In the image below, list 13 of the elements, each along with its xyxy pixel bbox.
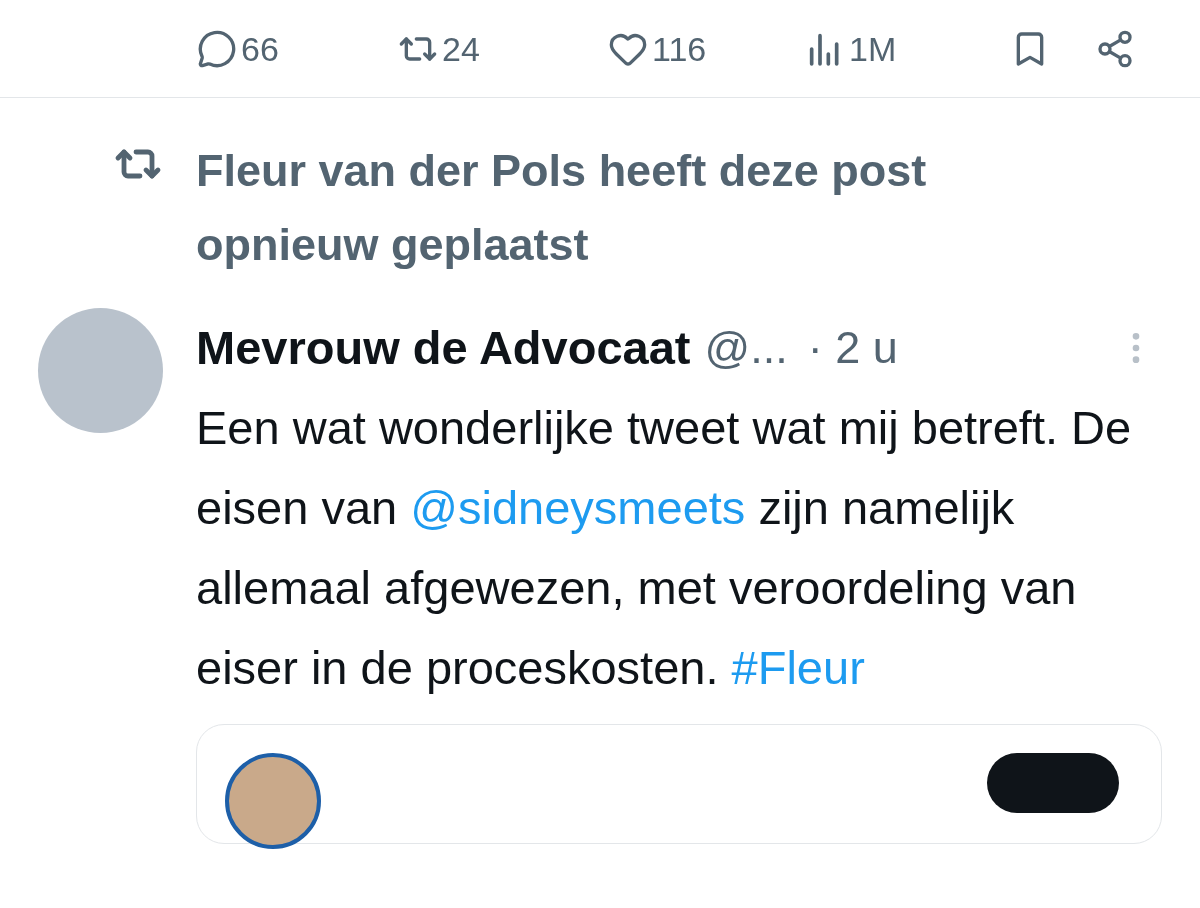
share-icon: [1095, 28, 1135, 69]
author-name[interactable]: Mevrouw de Advocaat: [196, 312, 691, 384]
views-button[interactable]: 1M: [805, 28, 897, 69]
follow-button[interactable]: [987, 753, 1119, 813]
author-handle: @...: [704, 321, 788, 376]
share-button[interactable]: [1095, 28, 1135, 69]
speech-bubble-icon: [197, 28, 237, 69]
repost-notice[interactable]: Fleur van der Pols heeft deze post opnieuw geplaatst: [196, 134, 1096, 282]
like-button[interactable]: 116: [608, 28, 707, 69]
post-time: · 2 u: [807, 321, 898, 376]
repost-button[interactable]: 24: [398, 28, 480, 69]
reply-button[interactable]: 66: [197, 28, 279, 69]
post-text: Een wat wonderlijke tweet wat mij betreft. De eisen van @sidneysmeets zijn namelijk allemaal afgewezen, met veroordeling van eiser in de proceskosten. #Fleur: [196, 400, 1133, 696]
